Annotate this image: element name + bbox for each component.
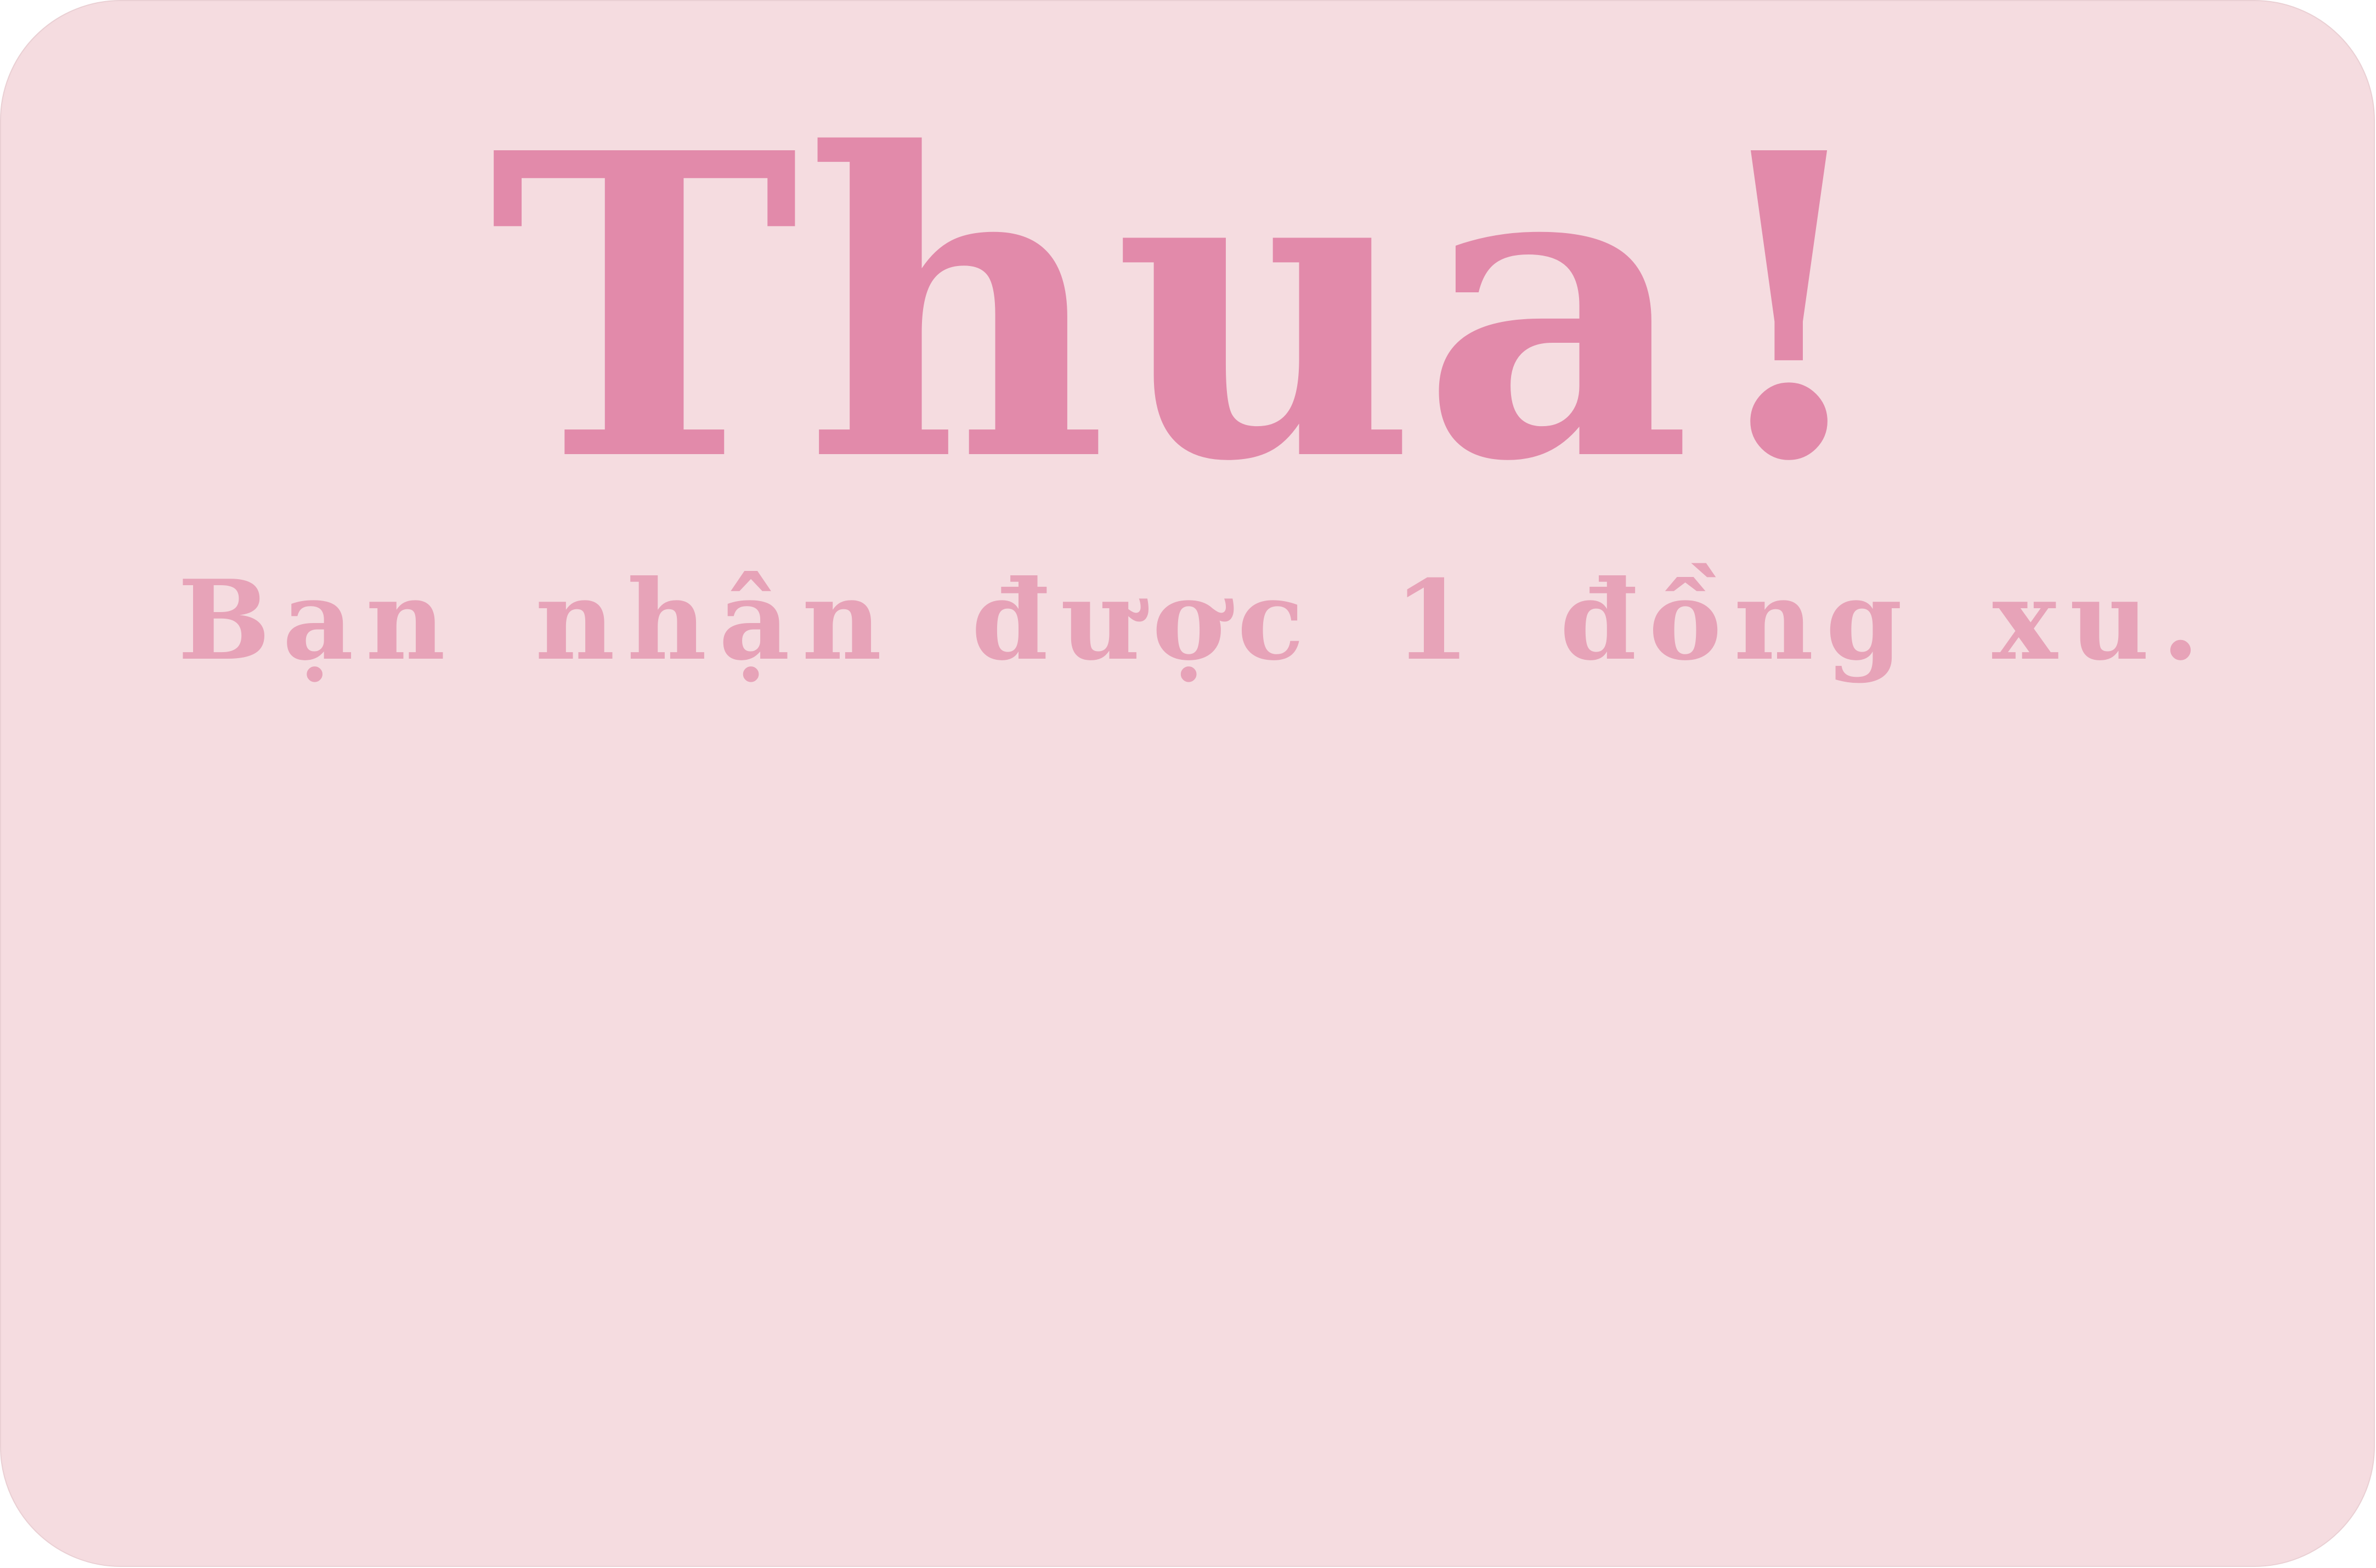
- reward-message: Bạn nhận được 1 đồng xu.: [178, 556, 2212, 685]
- result-title: Thua!: [489, 63, 1886, 553]
- result-dialog: Thua! Bạn nhận được 1 đồng xu.: [0, 0, 2375, 1567]
